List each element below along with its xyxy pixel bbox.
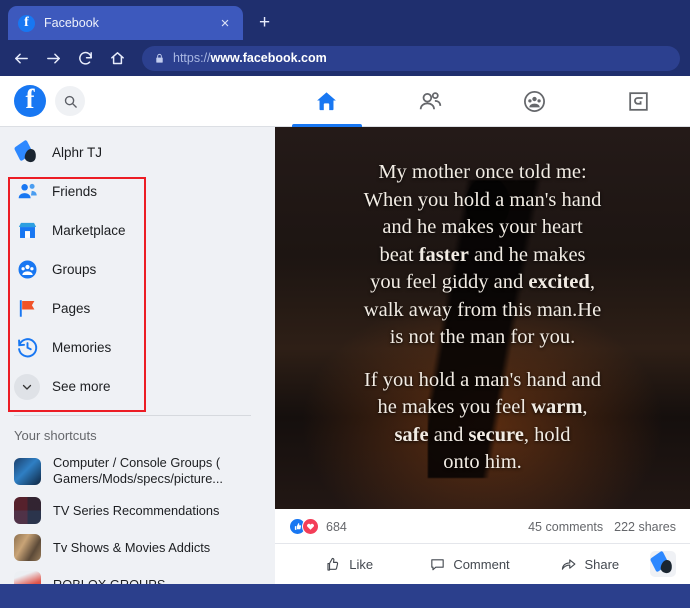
post-reactions-bar: 684 45 comments 222 shares	[275, 509, 690, 544]
shortcut-thumbnail	[14, 497, 41, 525]
top-nav-left: f	[0, 85, 275, 117]
address-bar[interactable]: https://www.facebook.com	[142, 45, 680, 71]
home-icon[interactable]	[104, 45, 131, 72]
browser-tab-facebook[interactable]: f Facebook ×	[8, 6, 243, 40]
tab-title: Facebook	[44, 16, 99, 30]
new-tab-button[interactable]: +	[259, 13, 270, 32]
search-icon[interactable]	[55, 86, 85, 116]
home-icon	[317, 91, 337, 110]
sidebar-item-friends[interactable]: Friends	[0, 172, 275, 211]
tab-gaming[interactable]	[586, 76, 690, 126]
friends-icon	[419, 91, 442, 109]
groups-icon	[14, 257, 40, 283]
sidebar-item-label: Marketplace	[52, 223, 126, 238]
sidebar-item-see-more[interactable]: See more	[0, 367, 275, 406]
sidebar-item-marketplace[interactable]: Marketplace	[0, 211, 275, 250]
quote-paragraph-1: My mother once told me: When you hold a …	[363, 161, 602, 349]
url-text: https://www.facebook.com	[173, 51, 327, 65]
profile-avatar-icon	[14, 139, 40, 166]
post-meta: 45 comments 222 shares	[528, 520, 676, 534]
comment-icon	[431, 558, 445, 570]
facebook-top-nav: f	[0, 76, 690, 127]
comment-count[interactable]: 45 comments	[528, 520, 603, 534]
sidebar-item-profile[interactable]: Alphr TJ	[0, 133, 275, 172]
shortcut-label: Tv Shows & Movies Addicts	[53, 539, 211, 555]
sidebar-item-label: Memories	[52, 340, 112, 355]
profile-avatar-icon[interactable]	[649, 551, 676, 577]
tab-home[interactable]	[275, 76, 379, 127]
gaming-icon	[628, 91, 648, 111]
reaction-pills[interactable]	[289, 518, 319, 535]
lock-icon	[154, 53, 165, 64]
tab-friends[interactable]	[379, 76, 483, 126]
back-arrow-icon[interactable]	[8, 45, 35, 72]
list-item[interactable]: ROBLOX GROUPS	[0, 566, 275, 584]
groups-icon	[523, 90, 545, 112]
shortcut-thumbnail	[14, 571, 41, 584]
page-body: Alphr TJ Friends Marketplace Groups Page	[0, 127, 690, 584]
flag-icon	[14, 296, 40, 322]
shortcuts-heading: Your shortcuts	[14, 428, 97, 443]
forward-arrow-icon[interactable]	[40, 45, 67, 72]
feed-column: My mother once told me: When you hold a …	[275, 127, 690, 584]
tab-strip: f Facebook × +	[0, 0, 690, 40]
post-action-bar: Like Comment Share	[275, 544, 690, 584]
shortcut-label: Computer / Console Groups ( Gamers/Mods/…	[53, 455, 223, 487]
url-scheme: https://	[173, 51, 211, 65]
marketplace-icon	[14, 218, 40, 244]
chevron-down-icon	[14, 373, 40, 400]
comment-button[interactable]: Comment	[409, 550, 529, 578]
top-nav-tabs	[275, 76, 690, 127]
sidebar-item-label: Friends	[52, 184, 98, 199]
sidebar-item-pages[interactable]: Pages	[0, 289, 275, 328]
facebook-logo-icon[interactable]: f	[14, 85, 46, 117]
shortcut-thumbnail	[14, 534, 41, 562]
sidebar-item-label: Groups	[52, 262, 97, 277]
left-sidebar: Alphr TJ Friends Marketplace Groups Page	[0, 127, 275, 584]
quote-text: My mother once told me: When you hold a …	[348, 159, 618, 476]
like-button[interactable]: Like	[289, 550, 409, 578]
browser-chrome: f Facebook × + https://www.facebook.com	[0, 0, 690, 76]
list-item[interactable]: Computer / Console Groups ( Gamers/Mods/…	[0, 450, 275, 492]
list-item[interactable]: Tv Shows & Movies Addicts	[0, 529, 275, 566]
sidebar-item-label: Pages	[52, 301, 91, 316]
tab-groups[interactable]	[483, 76, 587, 126]
share-button[interactable]: Share	[530, 550, 650, 578]
sidebar-item-label: See more	[52, 379, 111, 394]
shortcut-label: ROBLOX GROUPS	[53, 577, 165, 584]
url-host: www.facebook.com	[210, 51, 327, 65]
shortcut-label: TV Series Recommendations	[53, 502, 220, 518]
list-item[interactable]: TV Series Recommendations	[0, 492, 275, 529]
close-icon[interactable]: ×	[217, 16, 233, 31]
friends-icon	[14, 179, 40, 205]
share-count[interactable]: 222 shares	[614, 520, 676, 534]
thumbs-up-icon	[327, 557, 339, 571]
reaction-count: 684	[326, 519, 347, 534]
facebook-favicon-icon: f	[18, 14, 35, 32]
browser-toolbar: https://www.facebook.com	[0, 40, 690, 76]
quote-paragraph-2: If you hold a man's hand and he makes yo…	[363, 368, 602, 474]
sidebar-item-groups[interactable]: Groups	[0, 250, 275, 289]
shortcut-thumbnail	[14, 457, 41, 485]
heart-icon	[302, 518, 319, 535]
post-quote-image[interactable]: My mother once told me: When you hold a …	[275, 127, 690, 509]
sidebar-item-memories[interactable]: Memories	[0, 328, 275, 367]
reload-icon[interactable]	[72, 45, 99, 72]
clock-icon	[14, 335, 40, 361]
sidebar-profile-label: Alphr TJ	[52, 145, 103, 160]
share-label: Share	[584, 556, 620, 572]
share-icon	[562, 558, 576, 570]
comment-label: Comment	[453, 556, 510, 572]
like-label: Like	[349, 556, 374, 572]
